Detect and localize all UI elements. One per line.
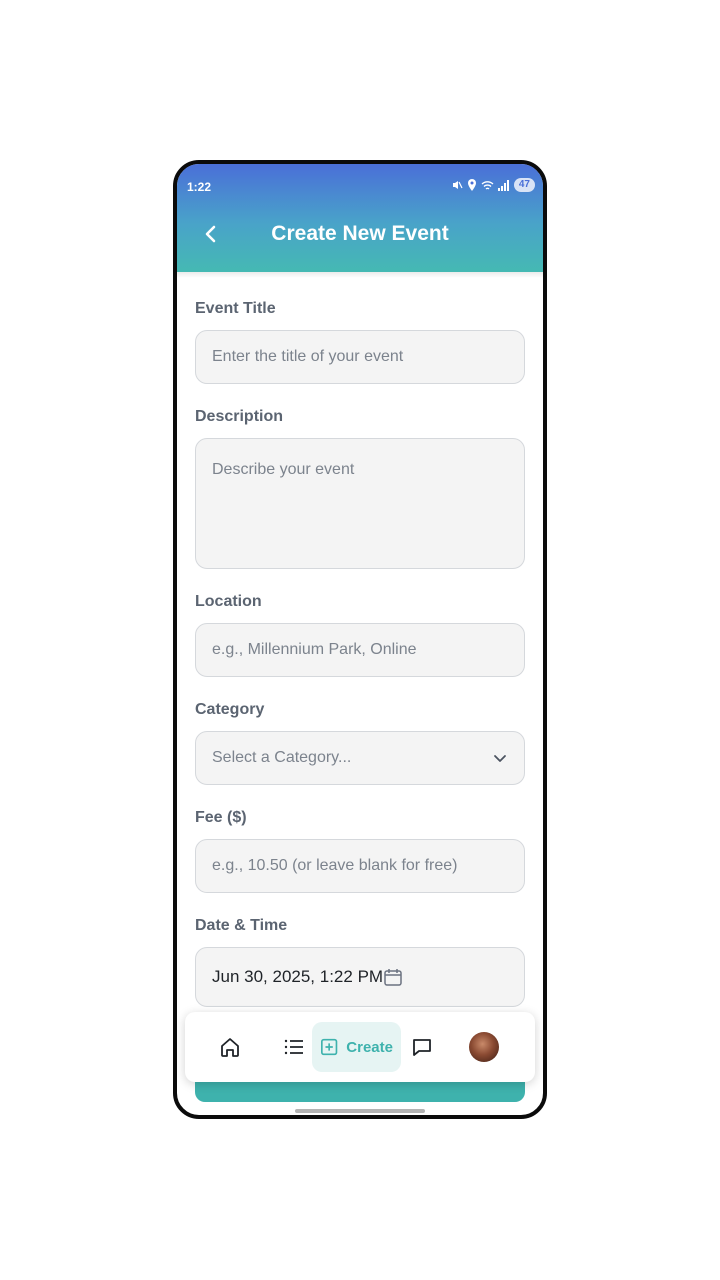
description-placeholder: Describe your event — [212, 461, 355, 478]
category-selected: Select a Category... — [212, 749, 352, 766]
date-time-label: Date & Time — [195, 917, 288, 934]
description-group: Description Describe your event — [195, 408, 525, 569]
date-time-input[interactable]: Jun 30, 2025, 1:22 PM — [195, 947, 525, 1007]
fee-placeholder: e.g., 10.50 (or leave blank for free) — [212, 857, 458, 874]
create-event-form: Event Title Enter the title of your even… — [195, 300, 525, 1031]
event-title-group: Event Title Enter the title of your even… — [195, 300, 525, 384]
location-placeholder: e.g., Millennium Park, Online — [212, 641, 417, 658]
event-title-label: Event Title — [195, 300, 276, 317]
description-label: Description — [195, 408, 284, 425]
category-select[interactable]: Select a Category... — [195, 731, 525, 785]
fee-input[interactable]: e.g., 10.50 (or leave blank for free) — [195, 839, 525, 893]
calendar-icon[interactable] — [383, 967, 403, 987]
location-icon — [467, 179, 476, 191]
location-group: Location e.g., Millennium Park, Online — [195, 593, 525, 677]
date-time-value: Jun 30, 2025, 1:22 PM — [212, 967, 384, 986]
wifi-icon — [481, 180, 494, 190]
nav-create[interactable]: Create — [312, 1022, 401, 1072]
nav-chat[interactable] — [411, 1012, 433, 1082]
app-header: 1:22 47 Create New Event — [177, 164, 543, 272]
status-time: 1:22 — [187, 180, 212, 194]
date-time-group: Date & Time Jun 30, 2025, 1:22 PM — [195, 917, 525, 1007]
fee-group: Fee ($) e.g., 10.50 (or leave blank for … — [195, 809, 525, 893]
signal-icon — [497, 179, 509, 191]
nav-list[interactable] — [283, 1012, 305, 1082]
header-shadow — [177, 272, 543, 278]
category-label: Category — [195, 701, 265, 718]
location-input[interactable]: e.g., Millennium Park, Online — [195, 623, 525, 677]
category-group: Category Select a Category... — [195, 701, 525, 785]
nav-home[interactable] — [219, 1012, 241, 1082]
event-title-placeholder: Enter the title of your event — [212, 348, 404, 365]
description-textarea[interactable]: Describe your event — [195, 438, 525, 569]
home-icon — [221, 1038, 239, 1057]
fee-label: Fee ($) — [195, 809, 247, 826]
page-title: Create New Event — [271, 222, 449, 245]
mute-icon — [452, 181, 463, 189]
list-icon — [284, 1039, 303, 1055]
status-bar: 1:22 47 — [177, 176, 543, 196]
plus-square-icon — [321, 1038, 338, 1056]
home-indicator[interactable] — [295, 1109, 425, 1113]
chevron-down-icon — [494, 755, 506, 762]
event-title-input[interactable]: Enter the title of your event — [195, 330, 525, 384]
status-icons: 47 — [451, 178, 535, 192]
bottom-nav: Create — [185, 1012, 535, 1082]
chat-icon — [413, 1039, 431, 1056]
nav-profile[interactable] — [469, 1012, 499, 1082]
location-label: Location — [195, 593, 262, 610]
battery-badge: 47 — [513, 178, 535, 192]
phone-frame: 1:22 47 Create New Event Event Title Ent… — [173, 160, 547, 1119]
avatar — [469, 1032, 499, 1062]
nav-create-label: Create — [346, 1038, 393, 1056]
